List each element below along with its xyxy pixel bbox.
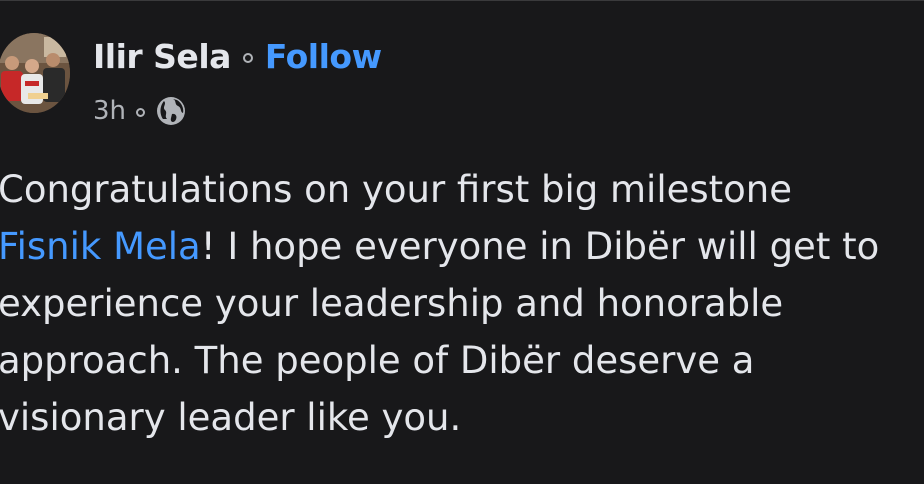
- globe-icon[interactable]: [155, 95, 187, 127]
- post-text-line: approach. The people of Dibër deserve a: [0, 339, 755, 382]
- follow-button[interactable]: Follow: [265, 37, 382, 76]
- mention-link[interactable]: Fisnik Mela: [0, 225, 201, 268]
- author-name[interactable]: Ilir Sela: [93, 37, 231, 76]
- post-text-line: Congratulations on your first big milest…: [0, 168, 793, 211]
- avatar-photo: [0, 33, 70, 113]
- post-header: Ilir Sela Follow: [93, 31, 382, 81]
- separator-dot: [136, 107, 146, 117]
- post-card: Ilir Sela Follow 3h Congratulations on y…: [0, 0, 924, 484]
- post-text-line: Fisnik Mela! I hope everyone in Dibër wi…: [0, 218, 924, 275]
- post-timestamp[interactable]: 3h: [93, 96, 126, 126]
- post-meta: 3h: [93, 93, 187, 129]
- post-text-line: visionary leader like you.: [0, 396, 462, 439]
- post-text: Congratulations on your first big milest…: [0, 161, 924, 446]
- separator-dot: [242, 53, 253, 63]
- author-avatar[interactable]: [0, 33, 70, 113]
- post-text-line: experience your leadership and honorable: [0, 282, 784, 325]
- post-text-fragment: ! I hope everyone in Dibër will get to: [200, 225, 880, 268]
